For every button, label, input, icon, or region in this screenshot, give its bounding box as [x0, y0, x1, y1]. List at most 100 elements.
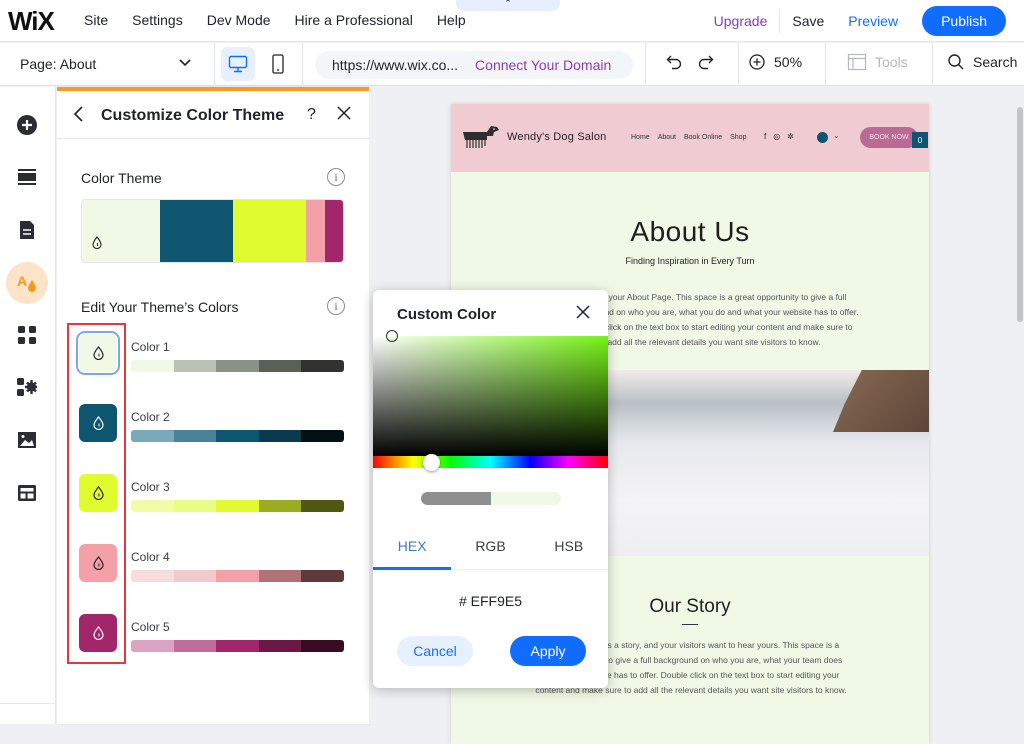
menu-dev-mode[interactable]: Dev Mode [207, 12, 271, 28]
rail-sections-button[interactable] [6, 156, 48, 198]
chevron-down-icon[interactable] [178, 55, 192, 72]
site-url[interactable]: https://www.wix.co... [332, 57, 458, 73]
cancel-button[interactable]: Cancel [397, 636, 473, 666]
about-title[interactable]: About Us [451, 216, 929, 248]
tools-icon [847, 53, 867, 71]
color-swatch-button[interactable] [76, 331, 120, 375]
shade-swatch[interactable] [173, 570, 217, 582]
rail-apps-button[interactable] [6, 314, 48, 356]
search-button[interactable]: Search [947, 53, 1017, 71]
back-button[interactable] [73, 105, 85, 128]
rail-business-button[interactable] [6, 366, 48, 408]
close-picker-button[interactable] [576, 303, 590, 324]
rail-pages-button[interactable] [6, 209, 48, 251]
member-avatar-icon[interactable] [817, 132, 828, 143]
shade-swatch[interactable] [301, 570, 344, 582]
site-nav-shop[interactable]: Shop [730, 134, 746, 141]
shade-swatch[interactable] [216, 640, 259, 652]
shade-swatch[interactable] [301, 500, 344, 512]
shade-swatch[interactable] [258, 430, 302, 442]
rail-design-button[interactable]: A [6, 262, 48, 304]
color-swatch-button[interactable] [79, 474, 117, 512]
preview-button[interactable]: Preview [848, 13, 898, 29]
shade-swatch[interactable] [216, 360, 259, 372]
rail-media-button[interactable] [6, 419, 48, 461]
rail-add-button[interactable] [6, 104, 48, 146]
info-icon[interactable]: i [327, 297, 345, 315]
hex-input[interactable]: # EFF9E5 [373, 593, 608, 609]
site-nav-about[interactable]: About [658, 134, 676, 141]
info-icon[interactable]: i [327, 168, 345, 186]
facebook-icon[interactable]: f [764, 132, 766, 141]
wix-logo[interactable]: WiX [8, 6, 55, 37]
shade-swatch[interactable] [216, 430, 259, 442]
yelp-icon[interactable]: ✲ [787, 132, 794, 141]
shade-swatch[interactable] [216, 500, 259, 512]
shade-swatch[interactable] [173, 360, 217, 372]
shade-swatch[interactable] [258, 640, 302, 652]
saturation-brightness-area[interactable] [373, 336, 608, 456]
save-button[interactable]: Save [792, 13, 824, 29]
shade-swatch[interactable] [131, 640, 174, 652]
book-now-button[interactable]: BOOK NOW [860, 127, 918, 148]
chevron-down-icon[interactable]: ⌄ [833, 131, 840, 140]
tab-hex[interactable]: HEX [373, 534, 452, 570]
shade-swatch[interactable] [173, 430, 217, 442]
color-theme-preview[interactable] [81, 199, 344, 263]
shade-swatch[interactable] [258, 570, 302, 582]
shade-swatch[interactable] [173, 640, 217, 652]
apply-button[interactable]: Apply [510, 636, 586, 666]
mobile-view-button[interactable] [261, 47, 295, 81]
shade-swatch[interactable] [216, 570, 259, 582]
menu-hire-professional[interactable]: Hire a Professional [295, 12, 413, 28]
site-header[interactable]: Wendy's Dog Salon Home About Book Online… [451, 104, 929, 172]
publish-button[interactable]: Publish [922, 6, 1006, 36]
shade-swatch[interactable] [131, 570, 174, 582]
color-swatch-button[interactable] [79, 404, 117, 442]
site-brand-name[interactable]: Wendy's Dog Salon [507, 131, 606, 143]
shade-swatch[interactable] [131, 360, 174, 372]
collapse-toolbar-button[interactable]: ⌃ [456, 0, 560, 11]
tools-button[interactable]: Tools [847, 53, 908, 71]
divider [214, 43, 215, 86]
instagram-icon[interactable]: ◎ [773, 132, 780, 141]
cart-icon[interactable]: 0 [912, 132, 928, 148]
hue-slider-handle[interactable] [423, 454, 440, 471]
shade-swatch[interactable] [173, 500, 217, 512]
color-swatch-button[interactable] [79, 614, 117, 652]
rock-shape [833, 370, 929, 432]
shade-swatch[interactable] [258, 360, 302, 372]
canvas-scrollbar[interactable] [1017, 107, 1023, 322]
cms-icon [18, 485, 36, 501]
page-selector[interactable]: Page: About [20, 56, 96, 72]
undo-button[interactable] [665, 53, 683, 71]
site-nav-home[interactable]: Home [631, 134, 650, 141]
rail-cms-button[interactable] [6, 472, 48, 514]
zoom-control[interactable]: 50% [748, 53, 802, 71]
menu-settings[interactable]: Settings [132, 12, 183, 28]
saturation-handle[interactable] [386, 330, 398, 342]
theme-swatch [324, 200, 343, 262]
menu-help[interactable]: Help [437, 12, 466, 28]
shade-swatch[interactable] [131, 430, 174, 442]
close-panel-button[interactable] [337, 104, 351, 125]
site-nav-book-online[interactable]: Book Online [684, 134, 722, 141]
shade-swatch[interactable] [301, 640, 344, 652]
hue-slider[interactable] [373, 456, 608, 468]
shade-swatch[interactable] [131, 500, 174, 512]
tab-rgb[interactable]: RGB [451, 534, 529, 569]
shade-swatch[interactable] [301, 360, 344, 372]
tab-hsb[interactable]: HSB [530, 534, 608, 569]
menu-site[interactable]: Site [84, 12, 108, 28]
search-label: Search [973, 54, 1018, 70]
desktop-view-button[interactable] [221, 47, 255, 81]
about-subtitle[interactable]: Finding Inspiration in Every Turn [451, 256, 929, 266]
connect-domain-link[interactable]: Connect Your Domain [475, 57, 611, 73]
about-body-text[interactable]: This is your About Page. This space is a… [569, 290, 859, 350]
upgrade-link[interactable]: Upgrade [714, 9, 781, 33]
shade-swatch[interactable] [258, 500, 302, 512]
redo-button[interactable] [697, 53, 715, 71]
help-button[interactable]: ? [307, 106, 316, 124]
color-swatch-button[interactable] [79, 544, 117, 582]
shade-swatch[interactable] [301, 430, 344, 442]
